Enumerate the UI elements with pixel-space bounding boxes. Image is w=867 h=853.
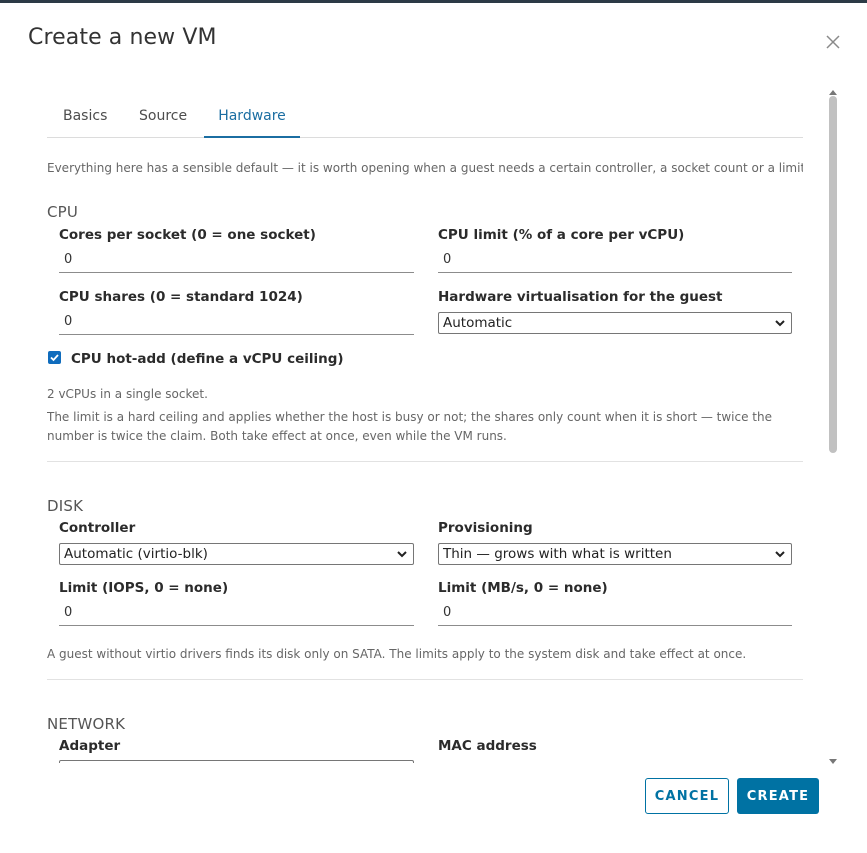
create-button[interactable]: CREATE (737, 778, 819, 814)
provisioning-value: Thin — grows with what is written (443, 546, 672, 562)
cores-per-socket-input[interactable] (59, 247, 414, 273)
dialog-title: Create a new VM (28, 25, 217, 50)
chevron-down-icon (775, 551, 785, 558)
cpu-shares-input[interactable] (59, 309, 414, 335)
provisioning-select[interactable]: Thin — grows with what is written (438, 543, 792, 565)
intro-text: Everything here has a sensible default —… (47, 161, 803, 175)
adapter-label: Adapter (59, 738, 121, 754)
close-button[interactable] (820, 29, 846, 55)
chevron-down-icon (397, 551, 407, 558)
disk-section-title: DISK (47, 497, 84, 515)
adapter-select[interactable] (59, 760, 414, 763)
section-divider (47, 461, 803, 462)
cpu-shares-label: CPU shares (0 = standard 1024) (59, 289, 303, 305)
triangle-up-icon (829, 90, 837, 95)
disk-controller-label: Controller (59, 520, 136, 536)
cpu-section-title: CPU (47, 203, 79, 221)
tab-hardware[interactable]: Hardware (204, 103, 300, 138)
network-section-title: NETWORK (47, 715, 126, 733)
scrollbar-thumb[interactable] (829, 96, 837, 453)
cpu-hotadd-checkbox[interactable] (48, 351, 61, 364)
mac-address-label: MAC address (438, 738, 537, 754)
close-icon (826, 35, 840, 49)
scroll-down-arrow[interactable] (828, 751, 838, 770)
hw-virtualisation-value: Automatic (443, 315, 513, 331)
chevron-down-icon (775, 320, 785, 327)
dialog-content: Basics Source Hardware Everything here h… (47, 83, 803, 763)
iops-limit-input[interactable] (59, 600, 414, 626)
hw-virtualisation-label: Hardware virtualisation for the guest (438, 289, 723, 305)
mbps-limit-input[interactable] (438, 600, 792, 626)
cpu-limit-input[interactable] (438, 247, 792, 273)
disk-help-text: A guest without virtio drivers finds its… (47, 647, 747, 661)
disk-controller-value: Automatic (virtio-blk) (64, 546, 208, 562)
cores-per-socket-label: Cores per socket (0 = one socket) (59, 227, 316, 243)
cpu-hotadd-label[interactable]: CPU hot-add (define a vCPU ceiling) (71, 351, 344, 367)
section-divider (47, 679, 803, 680)
triangle-down-icon (829, 759, 837, 764)
tab-bar: Basics Source Hardware (47, 103, 803, 138)
iops-limit-label: Limit (IOPS, 0 = none) (59, 580, 229, 596)
create-vm-dialog: Create a new VM Basics Source Hardware E… (0, 3, 867, 853)
check-icon (50, 354, 59, 362)
mbps-limit-label: Limit (MB/s, 0 = none) (438, 580, 608, 596)
cpu-limit-label: CPU limit (% of a core per vCPU) (438, 227, 685, 243)
provisioning-label: Provisioning (438, 520, 533, 536)
cpu-help-text: The limit is a hard ceiling and applies … (47, 410, 772, 443)
tab-source[interactable]: Source (139, 103, 187, 138)
tab-basics[interactable]: Basics (63, 103, 107, 138)
disk-controller-select[interactable]: Automatic (virtio-blk) (59, 543, 414, 565)
cancel-button[interactable]: CANCEL (645, 778, 729, 814)
cpu-summary-text: 2 vCPUs in a single socket. (47, 387, 208, 401)
hw-virtualisation-select[interactable]: Automatic (438, 312, 792, 334)
